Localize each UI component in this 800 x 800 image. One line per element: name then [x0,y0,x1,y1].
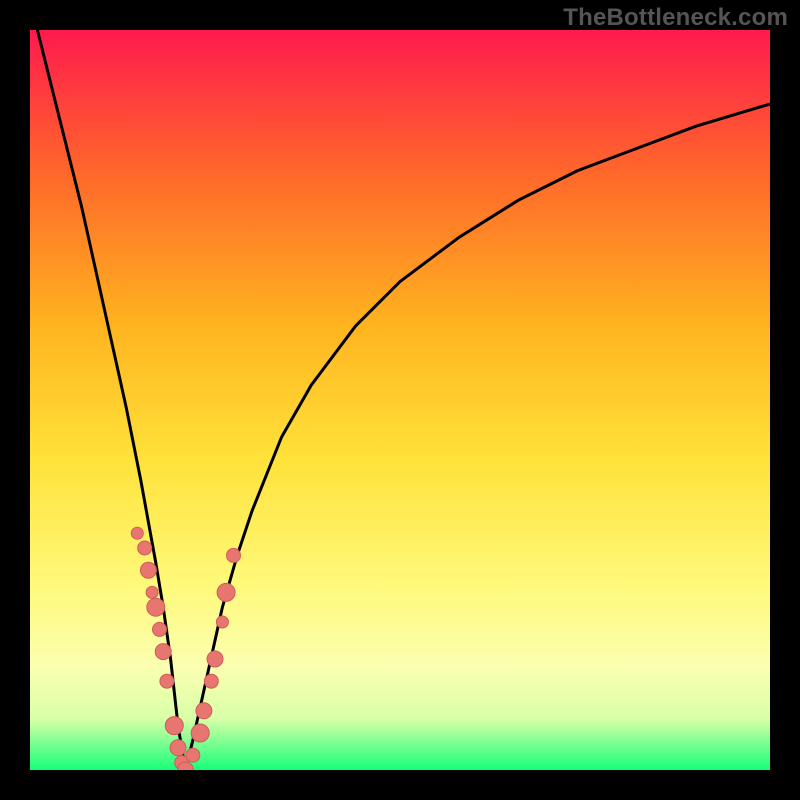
highlight-point [153,622,167,636]
highlight-point [155,644,171,660]
chart-frame: TheBottleneck.com [0,0,800,800]
highlight-point [217,583,235,601]
highlight-point [160,674,174,688]
highlight-point [216,616,228,628]
highlight-point [186,748,200,762]
highlight-point [170,740,186,756]
watermark-text: TheBottleneck.com [563,4,788,32]
highlight-point [207,651,223,667]
highlight-point [147,598,165,616]
highlight-point [146,586,158,598]
highlight-point [138,541,152,555]
highlight-point [131,527,143,539]
highlight-point [191,724,209,742]
highlight-point [140,562,156,578]
highlight-point [196,703,212,719]
plot-area [30,30,770,770]
chart-svg [30,30,770,770]
highlight-point [165,717,183,735]
highlight-point [204,674,218,688]
highlight-point [227,548,241,562]
